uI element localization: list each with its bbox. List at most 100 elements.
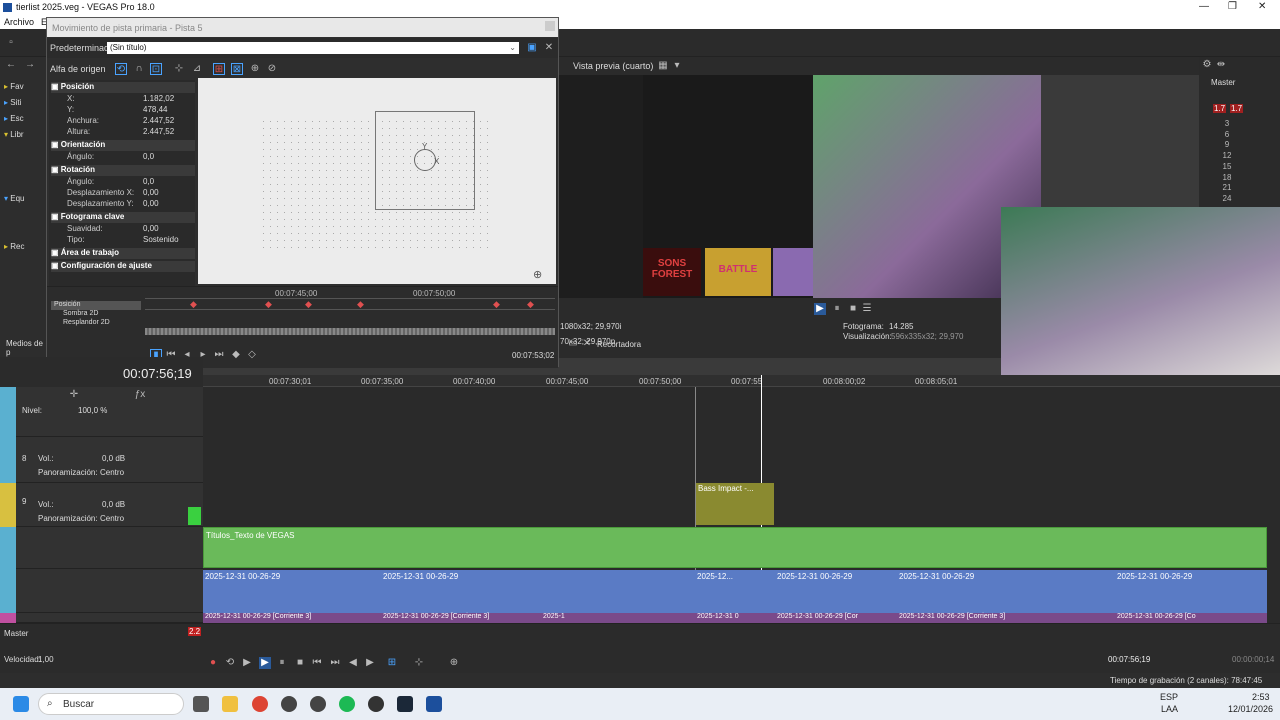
zoom-icon[interactable]: ⊕	[533, 268, 542, 281]
preview-tab-icon[interactable]: ▭	[567, 338, 579, 350]
preview-quality-dropdown[interactable]: Vista previa (cuarto)	[573, 61, 653, 71]
media-app-icon[interactable]	[368, 696, 384, 712]
play-from-start-icon[interactable]: ▶	[241, 657, 253, 669]
prop-smoothness[interactable]: Suavidad: 0,00	[53, 224, 193, 235]
envelope-edit-icon[interactable]: ⊹	[413, 657, 425, 669]
file-explorer-icon[interactable]	[222, 696, 238, 712]
task-view-icon[interactable]	[193, 696, 209, 712]
maximize-button[interactable]: ❐	[1228, 1, 1237, 12]
next-frame-icon[interactable]: ▶	[364, 657, 376, 669]
loop-icon[interactable]: ⟲	[224, 657, 236, 669]
forward-icon[interactable]: →	[24, 59, 36, 71]
prev-frame-icon[interactable]: ◀	[347, 657, 359, 669]
explorer-item[interactable]: ▸ Fav	[4, 79, 44, 95]
edit-mode-icon[interactable]: ⟲	[115, 63, 127, 75]
steam-icon[interactable]	[397, 696, 413, 712]
settings-app-icon[interactable]	[310, 696, 326, 712]
input-lang[interactable]: ESP	[1160, 692, 1178, 702]
normal-edit-icon[interactable]: ⊞	[386, 657, 398, 669]
scale-center-icon[interactable]: ⊞	[213, 63, 225, 75]
dialog-close-button[interactable]	[545, 21, 555, 31]
zoom-edit-icon[interactable]: ⊡	[150, 63, 162, 75]
track-header-audio-9[interactable]: 9 Vol.: 0,0 dB Panoramización: Centro	[0, 483, 203, 527]
gear-icon[interactable]: ⚙	[1201, 59, 1213, 71]
chrome-icon[interactable]	[252, 696, 268, 712]
record-icon[interactable]: ●	[207, 657, 219, 669]
close-tab-icon[interactable]: ✕	[581, 338, 593, 350]
keyframe-track[interactable]: ◆ ◆ ◆ ◆ ◆ ◆	[145, 299, 555, 310]
keyframe-marker[interactable]: ◆	[190, 299, 197, 310]
video-clip[interactable]: 2025-12-31 00-26-29	[775, 570, 897, 613]
play-button[interactable]: ▶	[259, 657, 271, 669]
track-header-audio-stream[interactable]	[0, 613, 203, 623]
source-alpha-dropdown[interactable]: Alfa de origen	[50, 64, 106, 74]
keyframe-row-resplandor[interactable]: Resplandor 2D	[51, 319, 141, 328]
taskbar-search[interactable]: ⌕ Buscar	[38, 693, 184, 715]
stop-button[interactable]: ■	[294, 657, 306, 669]
media-tab[interactable]: Medios de p	[6, 339, 46, 357]
prop-type[interactable]: Tipo: Sostenido	[53, 235, 193, 246]
keyframe-marker[interactable]: ◆	[265, 299, 272, 310]
pause-icon[interactable]: ⏸	[831, 303, 843, 315]
close-button[interactable]: ✕	[1258, 1, 1266, 12]
video-clip[interactable]	[561, 570, 695, 613]
zoom-edit-icon[interactable]: ⊕	[448, 657, 460, 669]
prop-offset-x[interactable]: Desplazamiento X: 0,00	[53, 188, 193, 199]
explorer-item[interactable]: ▸ Esc	[4, 111, 44, 127]
prop-angle[interactable]: Ángulo: 0,0	[53, 152, 193, 163]
video-clip[interactable]: 2025-12...	[695, 570, 775, 613]
keyframe-marker[interactable]: ◆	[357, 299, 364, 310]
title-clip[interactable]: Títulos_Texto de VEGAS	[203, 527, 1267, 568]
timeline-area[interactable]: Bass Impact -... Títulos_Texto de VEGAS …	[203, 375, 1280, 625]
delete-keyframe-icon[interactable]: ◇	[246, 349, 258, 361]
menu-icon[interactable]: ☰	[861, 303, 873, 315]
prop-y[interactable]: Y: 478,44	[53, 105, 193, 116]
video-clip[interactable]: 2025-12-31 00-26-29	[1115, 570, 1267, 613]
last-keyframe-icon[interactable]: ⏭	[213, 349, 225, 361]
keyframe-scrollbar[interactable]	[145, 328, 555, 335]
section-config[interactable]: ▣ Configuración de ajuste	[51, 261, 195, 272]
track-header-1[interactable]: ☰ ✛ ƒx Nivel: 100,0 %	[0, 387, 203, 437]
save-preset-icon[interactable]: ▣	[526, 42, 538, 54]
windows-start-icon[interactable]	[13, 696, 29, 712]
prop-width[interactable]: Anchura: 2.447,52	[53, 116, 193, 127]
go-start-icon[interactable]: ⏮	[311, 657, 323, 669]
prevent-movement-icon[interactable]: ⊠	[231, 63, 243, 75]
move-freely-icon[interactable]: ⊕	[249, 63, 261, 75]
track-header-video[interactable]	[0, 569, 203, 613]
minimize-button[interactable]: —	[1199, 1, 1209, 12]
prop-offset-y[interactable]: Desplazamiento Y: 0,00	[53, 199, 193, 210]
motion-workspace[interactable]: X Y ⊕	[198, 78, 556, 284]
video-clip[interactable]: 2025-12-31 00-26-29	[381, 570, 561, 613]
audio-stream-clips[interactable]: 2025-12-31 00-26-29 [Corriente 3] 2025-1…	[203, 613, 1267, 623]
section-posicion[interactable]: ▣ Posición	[51, 82, 195, 93]
clock-time[interactable]: 2:53	[1252, 692, 1270, 702]
keyframe-row-sombra[interactable]: Sombra 2D	[51, 310, 141, 319]
snap-icon[interactable]: ⊹	[173, 63, 185, 75]
rotation-center-icon[interactable]	[414, 149, 436, 171]
preset-dropdown[interactable]: (Sin título) ⌄	[107, 42, 519, 54]
explorer-item[interactable]: ▾ Libr	[4, 127, 44, 143]
input-layout[interactable]: LAA	[1161, 704, 1178, 714]
prop-height[interactable]: Altura: 2.447,52	[53, 127, 193, 138]
stop-icon[interactable]: ■	[847, 303, 859, 315]
prop-rot-angle[interactable]: Ángulo: 0,0	[53, 177, 193, 188]
chevron-down-icon[interactable]: ▾	[671, 60, 683, 72]
spotify-icon[interactable]	[339, 696, 355, 712]
timeline-ruler[interactable]: 00:07:30;01 00:07:35;00 00:07:40;00 00:0…	[203, 375, 1280, 387]
clock-date[interactable]: 12/01/2026	[1228, 704, 1273, 714]
new-project-icon[interactable]: ▫	[5, 37, 17, 49]
explorer-item[interactable]: ▸ Rec	[4, 239, 44, 255]
section-area[interactable]: ▣ Área de trabajo	[51, 248, 195, 259]
pause-button[interactable]: ⏸	[276, 657, 288, 669]
keyframe-marker[interactable]: ◆	[527, 299, 534, 310]
track-header-title[interactable]	[0, 527, 203, 569]
track-header-audio-8[interactable]: 8 Vol.: 0,0 dB Panoramización: Centro	[0, 437, 203, 483]
obs-icon[interactable]	[281, 696, 297, 712]
prop-x[interactable]: X: 1.182,02	[53, 94, 193, 105]
go-end-icon[interactable]: ⏭	[329, 657, 341, 669]
delete-preset-icon[interactable]: ✕	[543, 42, 555, 54]
audio-clip-bass[interactable]: Bass Impact -...	[696, 483, 774, 525]
section-rotacion[interactable]: ▣ Rotación	[51, 165, 195, 176]
explorer-item[interactable]: ▾ Equ	[4, 191, 44, 207]
